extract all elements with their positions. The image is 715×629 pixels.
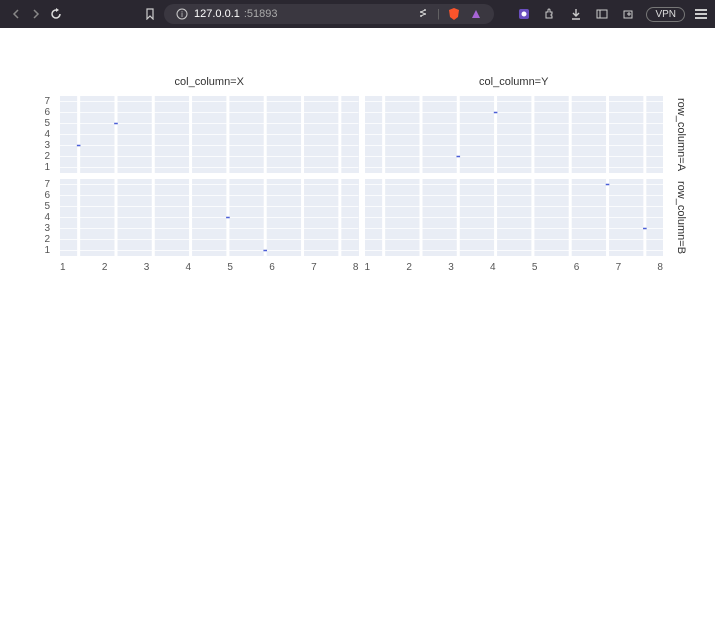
sidepanel-icon[interactable]: [594, 6, 610, 22]
y-axis-top: 1234567: [28, 96, 54, 173]
y-axis-bottom: 1234567: [28, 179, 54, 256]
x-tick-label: 2: [102, 262, 108, 280]
y-tick-label: 3: [28, 140, 50, 151]
y-tick-label: 2: [28, 151, 50, 162]
newtab-icon[interactable]: [620, 6, 636, 22]
data-point: [456, 156, 460, 158]
y-tick-label: 7: [28, 96, 50, 107]
x-tick-label: 3: [144, 262, 150, 280]
menu-button[interactable]: [695, 9, 707, 19]
url-host: 127.0.0.1: [194, 8, 240, 20]
x-tick-label: 3: [448, 262, 454, 280]
data-point: [493, 112, 497, 114]
y-tick-label: 6: [28, 190, 50, 201]
x-tick-label: 1: [60, 262, 66, 280]
y-tick-label: 2: [28, 234, 50, 245]
x-tick-label: 7: [616, 262, 622, 280]
download-icon[interactable]: [568, 6, 584, 22]
data-point: [226, 217, 230, 219]
x-tick-label: 6: [269, 262, 275, 280]
x-tick-label: 7: [311, 262, 317, 280]
share-icon[interactable]: [415, 6, 431, 22]
svg-text:i: i: [181, 10, 183, 19]
forward-button[interactable]: [28, 6, 44, 22]
facet-col-title-x: col_column=X: [60, 76, 359, 90]
chart-panel-ya: [365, 96, 664, 173]
data-point: [77, 145, 81, 147]
chart-panel-yb: [365, 179, 664, 256]
wallet-icon[interactable]: [468, 6, 484, 22]
facet-col-title-y: col_column=Y: [365, 76, 664, 90]
y-tick-label: 4: [28, 129, 50, 140]
y-tick-label: 3: [28, 223, 50, 234]
x-tick-label: 1: [365, 262, 371, 280]
x-tick-label: 2: [406, 262, 412, 280]
address-bar[interactable]: i 127.0.0.1:51893 |: [164, 4, 494, 24]
y-tick-label: 6: [28, 107, 50, 118]
data-point: [605, 184, 609, 186]
facet-row-title-b: row_column=B: [669, 179, 687, 256]
x-tick-label: 5: [532, 262, 538, 280]
extensions-puzzle-icon[interactable]: [542, 6, 558, 22]
bookmark-icon[interactable]: [142, 6, 158, 22]
chart-panel-xa: [60, 96, 359, 173]
x-tick-label: 6: [574, 262, 580, 280]
x-tick-label: 4: [186, 262, 192, 280]
y-tick-label: 5: [28, 201, 50, 212]
back-button[interactable]: [8, 6, 24, 22]
data-point: [263, 250, 267, 252]
extension-icon[interactable]: [516, 6, 532, 22]
x-tick-label: 8: [657, 262, 663, 280]
browser-toolbar: i 127.0.0.1:51893 |: [0, 0, 715, 28]
y-tick-label: 1: [28, 245, 50, 256]
site-info-icon[interactable]: i: [174, 6, 190, 22]
x-tick-label: 5: [227, 262, 233, 280]
x-tick-label: 4: [490, 262, 496, 280]
brave-shield-icon[interactable]: [446, 6, 462, 22]
chart-panel-xb: [60, 179, 359, 256]
y-tick-label: 5: [28, 118, 50, 129]
vpn-badge[interactable]: VPN: [646, 7, 685, 22]
y-tick-label: 1: [28, 162, 50, 173]
reload-button[interactable]: [48, 6, 64, 22]
data-point: [114, 123, 118, 125]
url-port: :51893: [244, 8, 278, 20]
x-tick-label: 8: [353, 262, 359, 280]
faceted-scatter-chart: col_column=X col_column=Y 1234567 row_co…: [0, 28, 715, 300]
y-tick-label: 7: [28, 179, 50, 190]
data-point: [643, 228, 647, 230]
x-axis-left: 1 2 3 4 5 6 7 8: [60, 262, 359, 280]
x-axis-right: 1 2 3 4 5 6 7 8: [365, 262, 664, 280]
facet-row-title-a: row_column=A: [669, 96, 687, 173]
y-tick-label: 4: [28, 212, 50, 223]
